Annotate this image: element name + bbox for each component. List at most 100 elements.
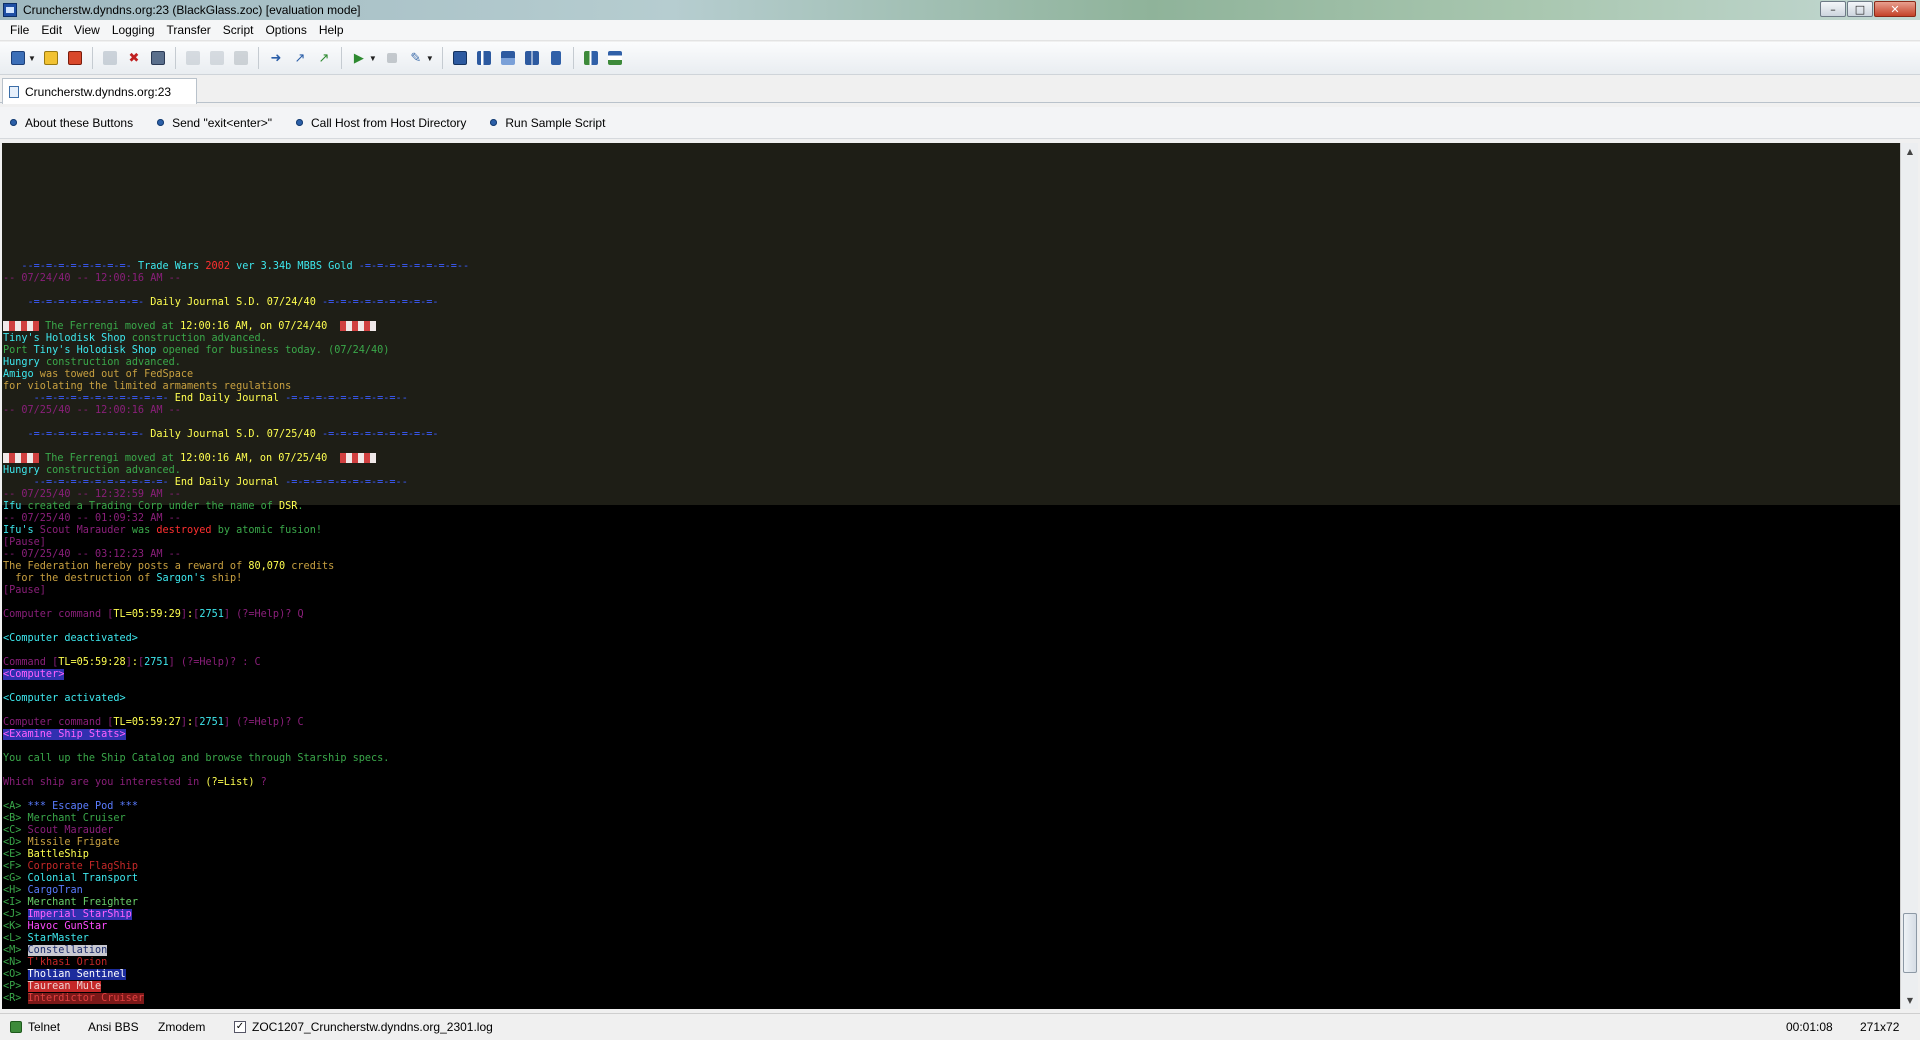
quick-connect-icon[interactable] (8, 48, 28, 68)
config-icon[interactable] (581, 48, 601, 68)
terminal-line: -- 07/25/40 -- 12:00:16 AM -- (3, 405, 181, 416)
chevron-down-icon[interactable]: ▼ (426, 54, 434, 63)
edit-icon[interactable]: ✎ (406, 48, 426, 68)
clear-icon[interactable] (148, 48, 168, 68)
scroll-down-icon[interactable]: ▼ (1901, 992, 1919, 1009)
terminal-line: -=-=-=-=-=-=-=-=-=- Daily Journal S.D. 0… (27, 429, 439, 440)
terminal-line: --=-=-=-=-=-=-=-=- Trade Wars 2002 ver 3… (21, 261, 470, 272)
terminal-line: Tiny's Holodisk Shop construction advanc… (3, 333, 267, 344)
close-session-icon[interactable]: ✖ (124, 48, 144, 68)
menu-transfer[interactable]: Transfer (161, 20, 217, 41)
terminal-scrollbar[interactable]: ▲ ▼ (1900, 143, 1918, 1009)
print-icon[interactable] (231, 48, 251, 68)
close-button[interactable]: ✕ (1874, 1, 1916, 17)
keyboard-icon[interactable] (522, 48, 542, 68)
terminal-line: Which ship are you interested in (?=List… (3, 777, 267, 788)
send-file-icon[interactable]: ➜ (266, 48, 286, 68)
terminal-text: --=-=-=-=-=-=-=-=- Trade Wars 2002 ver 3… (3, 261, 469, 1005)
terminal-line: [Pause] (3, 537, 46, 548)
terminal-line: The Ferrengi moved at 12:00:16 AM, on 07… (3, 321, 469, 333)
menu-view[interactable]: View (68, 20, 106, 41)
clone-icon[interactable] (100, 48, 120, 68)
toolbar-separator (572, 47, 574, 69)
terminal-line: --=-=-=-=-=-=-=-=-=-=- End Daily Journal… (33, 393, 408, 404)
bullet-icon (296, 119, 303, 126)
window-controls: – □ ✕ (1820, 1, 1916, 17)
stop-icon[interactable] (382, 48, 402, 68)
tab-label: Cruncherstw.dyndns.org:23 (25, 84, 172, 99)
terminal-screen[interactable]: --=-=-=-=-=-=-=-=- Trade Wars 2002 ver 3… (2, 143, 1900, 1009)
call-host-button[interactable]: Call Host from Host Directory (296, 116, 466, 130)
tab-session[interactable]: Cruncherstw.dyndns.org:23 (2, 78, 197, 104)
ship-option: <O> Tholian Sentinel (3, 969, 126, 980)
minimize-button[interactable]: – (1820, 1, 1846, 17)
layout-icon[interactable] (605, 48, 625, 68)
disconnect-icon[interactable] (65, 48, 85, 68)
ship-option: <H> CargoTran (3, 885, 83, 896)
terminal-line: Computer command [TL=05:59:27]:[2751] (?… (3, 717, 304, 728)
status-size: 271x72 (1860, 1020, 1900, 1034)
paste-icon[interactable] (207, 48, 227, 68)
terminal-line: Computer command [TL=05:59:29]:[2751] (?… (3, 609, 304, 620)
menu-help[interactable]: Help (313, 20, 350, 41)
terminal-line: Port Tiny's Holodisk Shop opened for bus… (3, 345, 390, 356)
favorites-icon[interactable] (41, 48, 61, 68)
ship-option: <F> Corporate FlagShip (3, 861, 138, 872)
toolbar-separator (174, 47, 176, 69)
ship-option: <K> Havoc GunStar (3, 921, 108, 932)
chevron-down-icon[interactable]: ▼ (28, 54, 36, 63)
menu-edit[interactable]: Edit (35, 20, 68, 41)
send-exit-button[interactable]: Send "exit<enter>" (157, 116, 272, 130)
toolbar-separator (441, 47, 443, 69)
ship-option: <C> Scout Marauder (3, 825, 114, 836)
stats-icon[interactable] (474, 48, 494, 68)
document-icon (9, 85, 19, 98)
ship-option: <I> Merchant Freighter (3, 897, 138, 908)
status-transfer[interactable]: Zmodem (148, 1020, 224, 1034)
menu-file[interactable]: File (4, 20, 35, 41)
ship-option: <L> StarMaster (3, 933, 89, 944)
terminal-line: [Pause] (3, 585, 46, 596)
toolbar-separator (257, 47, 259, 69)
receive-file-icon[interactable]: ↗ (290, 48, 310, 68)
ship-option: <R> Interdictor Cruiser (3, 993, 145, 1004)
terminal-line: --=-=-=-=-=-=-=-=-=-=- End Daily Journal… (33, 477, 408, 488)
toolbar-separator (340, 47, 342, 69)
terminal-line: <Examine Ship Stats> (3, 729, 126, 740)
scrollbar-thumb[interactable] (1903, 913, 1917, 973)
run-script-icon[interactable]: ▶ (349, 48, 369, 68)
menu-logging[interactable]: Logging (106, 20, 161, 41)
about-buttons-button[interactable]: About these Buttons (10, 116, 133, 130)
status-emulation[interactable]: Ansi BBS (78, 1020, 148, 1034)
upload-icon[interactable]: ↗ (314, 48, 334, 68)
app-icon (3, 3, 17, 17)
ship-option: <G> Colonial Transport (3, 873, 138, 884)
telnet-icon (10, 1021, 22, 1033)
menu-options[interactable]: Options (259, 20, 312, 41)
maximize-button[interactable]: □ (1847, 1, 1873, 17)
terminal-icon[interactable] (450, 48, 470, 68)
window-title: Cruncherstw.dyndns.org:23 (BlackGlass.zo… (23, 3, 361, 17)
scroll-up-icon[interactable]: ▲ (1901, 143, 1919, 160)
toolbar: ▼ ✖ ➜ ↗ ↗ ▶ ▼ ✎ ▼ (0, 42, 1920, 75)
copy-icon[interactable] (183, 48, 203, 68)
hosts-icon[interactable] (498, 48, 518, 68)
chevron-down-icon[interactable]: ▼ (369, 54, 377, 63)
ship-option: <P> Taurean Mule (3, 981, 102, 992)
status-logging[interactable]: ✓ ZOC1207_Cruncherstw.dyndns.org_2301.lo… (224, 1020, 624, 1034)
menu-script[interactable]: Script (217, 20, 260, 41)
terminal-line: -=-=-=-=-=-=-=-=-=- Daily Journal S.D. 0… (27, 297, 439, 308)
run-sample-script-button[interactable]: Run Sample Script (490, 116, 605, 130)
ship-option: <J> Imperial StarShip (3, 909, 132, 920)
map-icon[interactable] (546, 48, 566, 68)
checkbox-icon[interactable]: ✓ (234, 1021, 246, 1033)
